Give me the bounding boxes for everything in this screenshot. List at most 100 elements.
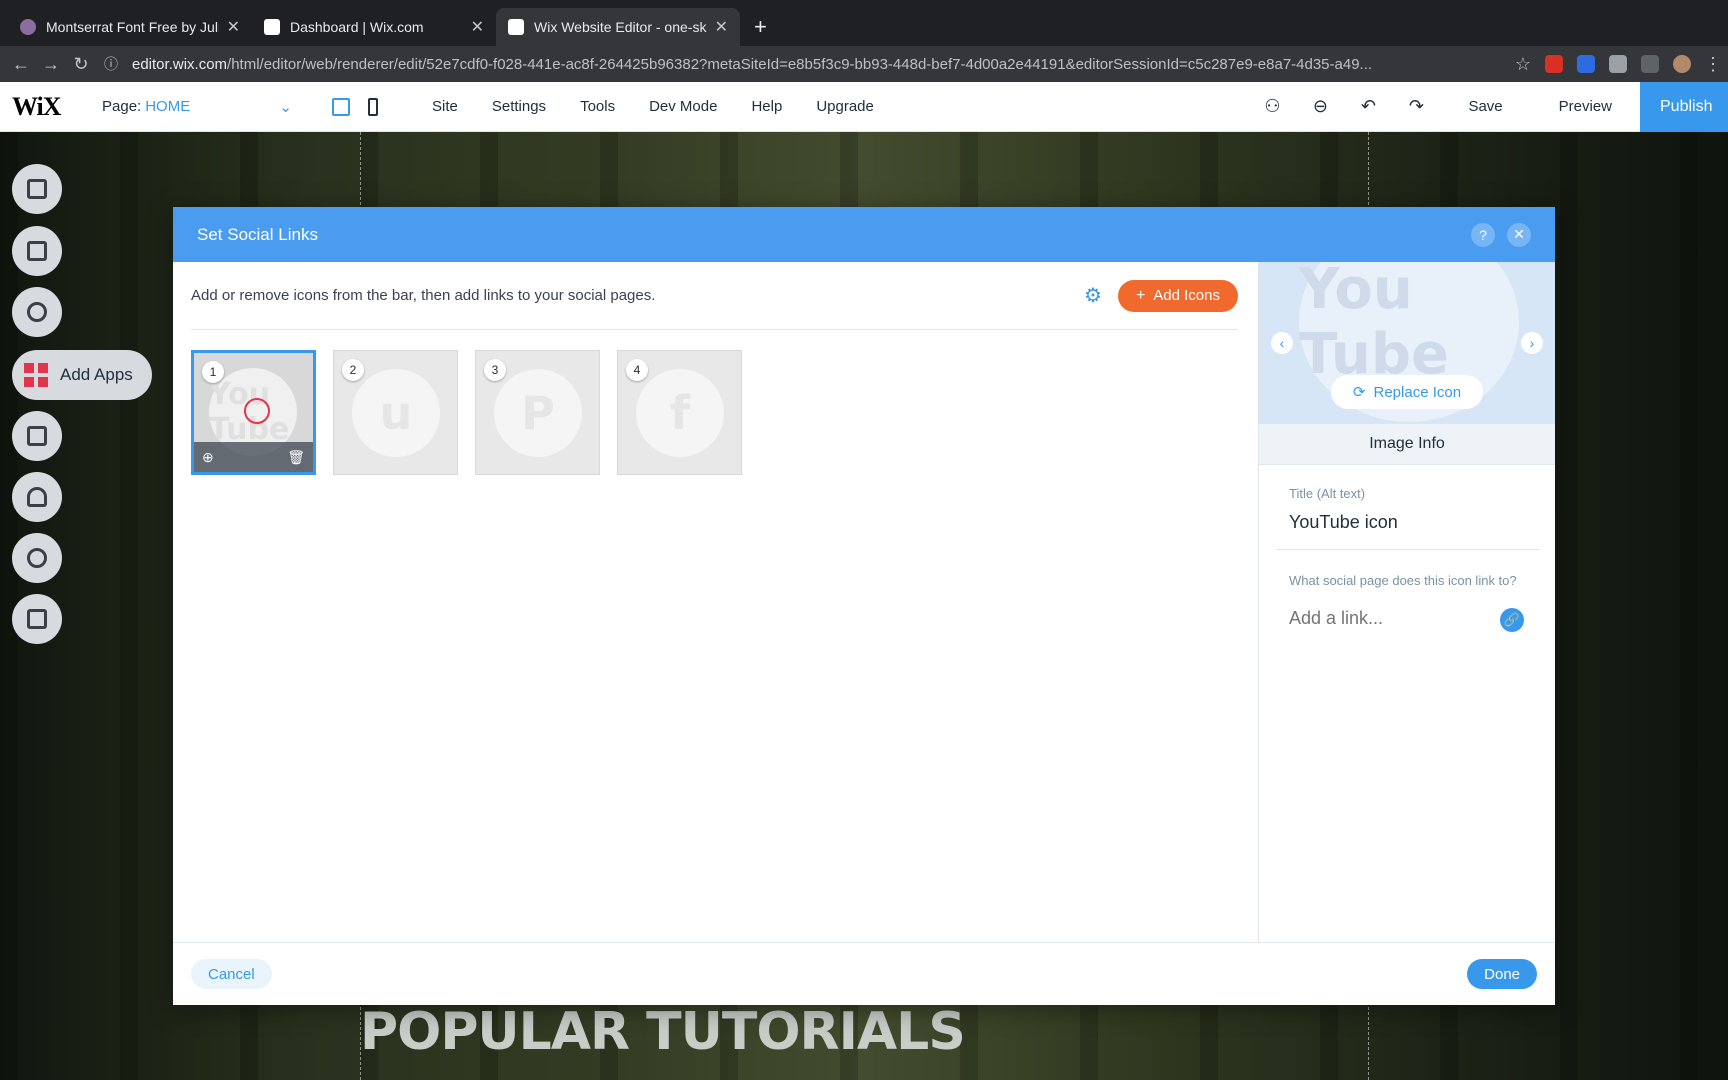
icon-order-badge: 2	[342, 359, 364, 381]
url-host: editor.wix.com	[132, 55, 228, 73]
alt-text-label: Title (Alt text)	[1289, 486, 1366, 501]
icon-thumbnails: You Tube 1 ⊕ 🗑 u 2 P 3 f 4	[191, 350, 742, 475]
help-button[interactable]: ?	[1471, 222, 1495, 247]
menu-site[interactable]: Site	[432, 98, 458, 115]
browser-menu-icon[interactable]: ⋮	[1698, 54, 1728, 75]
social-icon-thumb-facebook[interactable]: f 4	[617, 350, 742, 475]
link-icon[interactable]: 🔗	[1500, 608, 1524, 632]
undo-icon[interactable]: ↶	[1344, 96, 1392, 117]
link-question-label: What social page does this icon link to?	[1289, 573, 1517, 588]
editor-menu: Site Settings Tools Dev Mode Help Upgrad…	[432, 98, 874, 115]
editor-top-bar: WiX Page: HOME ⌄ Site Settings Tools Dev…	[0, 81, 1728, 132]
refresh-icon: ⟳	[1352, 384, 1366, 401]
replace-icon-label: Replace Icon	[1373, 383, 1462, 401]
add-panel-button[interactable]	[12, 287, 62, 337]
wix-logo: WiX	[12, 91, 62, 121]
tab-close-icon[interactable]: ✕	[715, 17, 728, 37]
menu-help[interactable]: Help	[751, 98, 782, 115]
back-arrow-icon[interactable]: ←	[6, 54, 36, 75]
zoom-out-icon[interactable]: ⊖	[1296, 96, 1344, 117]
trash-icon[interactable]: 🗑	[287, 449, 305, 466]
chevron-down-icon: ⌄	[279, 98, 292, 116]
mobile-icon[interactable]	[368, 97, 378, 116]
save-button[interactable]: Save	[1440, 98, 1530, 115]
new-tab-button[interactable]: +	[754, 14, 767, 40]
click-indicator	[244, 398, 270, 424]
browser-tab-dashboard[interactable]: Dashboard | Wix.com ✕	[252, 8, 496, 46]
menu-settings[interactable]: Settings	[492, 98, 546, 115]
chevron-right-icon[interactable]: ›	[1521, 332, 1543, 354]
icon-order-badge: 3	[484, 359, 506, 381]
alt-text-field[interactable]: YouTube icon	[1289, 512, 1398, 533]
preview-button[interactable]: Preview	[1531, 98, 1640, 115]
address-bar: ← → ↻ ⓘ editor.wix.com/html/editor/web/r…	[0, 46, 1728, 82]
icon-order-badge: 4	[626, 359, 648, 381]
url-path: /html/editor/web/renderer/edit/52e7cdf0-…	[227, 55, 1373, 73]
dialog-title: Set Social Links	[197, 224, 318, 244]
blog-panel-button[interactable]	[12, 472, 62, 522]
page-selector[interactable]: Page: HOME ⌄	[102, 98, 292, 116]
forward-arrow-icon[interactable]: →	[36, 54, 66, 75]
extension-icon[interactable]	[1577, 55, 1595, 73]
browser-tab-bar: Montserrat Font Free by Juliet ✕ Dashboa…	[0, 0, 1728, 46]
dialog-footer: Cancel Done	[173, 942, 1555, 1005]
tab-close-icon[interactable]: ✕	[227, 17, 240, 37]
close-button[interactable]: ✕	[1507, 222, 1531, 247]
tab-close-icon[interactable]: ✕	[471, 17, 484, 37]
pages-panel-button[interactable]	[12, 164, 62, 214]
menu-dev-mode[interactable]: Dev Mode	[649, 98, 717, 115]
calendar-icon	[27, 609, 47, 629]
redo-icon[interactable]: ↷	[1392, 96, 1440, 117]
bookmark-star-icon[interactable]: ☆	[1508, 54, 1538, 75]
site-info-icon[interactable]: ⓘ	[96, 54, 126, 74]
facebook-icon: f	[636, 369, 724, 457]
browser-tab-editor[interactable]: Wix Website Editor - one-skill ✕	[496, 8, 740, 46]
icons-pane: Add or remove icons from the bar, then a…	[173, 262, 1258, 942]
canvas-heading[interactable]: POPULAR TUTORIALS	[360, 1002, 966, 1062]
chat-icon	[27, 548, 47, 568]
reload-icon[interactable]: ↻	[66, 54, 96, 75]
set-social-links-dialog: Set Social Links ? ✕ Add or remove icons…	[173, 207, 1555, 1005]
menu-tools[interactable]: Tools	[580, 98, 615, 115]
tab-title: Dashboard | Wix.com	[290, 19, 424, 35]
extension-icon[interactable]	[1609, 55, 1627, 73]
done-button[interactable]: Done	[1467, 959, 1537, 989]
instructions-text: Add or remove icons from the bar, then a…	[191, 287, 656, 304]
chat-panel-button[interactable]	[12, 533, 62, 583]
icon-details-pane: You Tube ‹ › ⟳ Replace Icon Image Info T…	[1258, 262, 1555, 942]
plus-icon: +	[1135, 286, 1146, 304]
background-panel-button[interactable]	[12, 226, 62, 276]
page-label: Page:	[102, 98, 142, 115]
cancel-button[interactable]: Cancel	[191, 959, 272, 989]
social-icon-thumb-youtube[interactable]: You Tube 1 ⊕ 🗑	[191, 350, 316, 475]
gear-icon[interactable]: ⚙	[1084, 283, 1102, 308]
add-icons-button[interactable]: + Add Icons	[1117, 279, 1238, 312]
collaborators-icon[interactable]: ⚇	[1248, 96, 1296, 117]
publish-button[interactable]: Publish	[1640, 81, 1728, 132]
editor-right-tools: ⚇ ⊖ ↶ ↷ Save Preview Publish	[1248, 81, 1728, 132]
replace-icon-button[interactable]: ⟳ Replace Icon	[1331, 375, 1483, 409]
icon-preview: You Tube ‹ › ⟳ Replace Icon	[1259, 262, 1555, 423]
media-panel-button[interactable]	[12, 411, 62, 461]
add-apps-label: Add Apps	[60, 365, 133, 384]
page-value: HOME	[145, 98, 191, 115]
add-apps-button[interactable]: Add Apps	[12, 350, 152, 400]
social-icon-thumb-udemy[interactable]: u 2	[333, 350, 458, 475]
desktop-icon[interactable]	[332, 97, 350, 116]
thumb-actions: ⊕ 🗑	[194, 442, 313, 472]
browser-tab-montserrat[interactable]: Montserrat Font Free by Juliet ✕	[8, 8, 252, 46]
profile-avatar[interactable]	[1673, 55, 1691, 73]
bookings-panel-button[interactable]	[12, 594, 62, 644]
social-link-input[interactable]	[1289, 608, 1489, 629]
tab-title: Wix Website Editor - one-skill	[534, 19, 707, 35]
extension-icon[interactable]	[1641, 55, 1659, 73]
url-field[interactable]: editor.wix.com/html/editor/web/renderer/…	[132, 50, 1508, 78]
zoom-in-icon[interactable]: ⊕	[202, 449, 214, 466]
menu-upgrade[interactable]: Upgrade	[816, 98, 874, 115]
extension-icon[interactable]	[1545, 55, 1563, 73]
patreon-icon: P	[494, 369, 582, 457]
wix-favicon-icon	[508, 19, 524, 35]
chevron-left-icon[interactable]: ‹	[1271, 332, 1293, 354]
social-icon-thumb-patreon[interactable]: P 3	[475, 350, 600, 475]
apps-icon	[24, 363, 48, 387]
